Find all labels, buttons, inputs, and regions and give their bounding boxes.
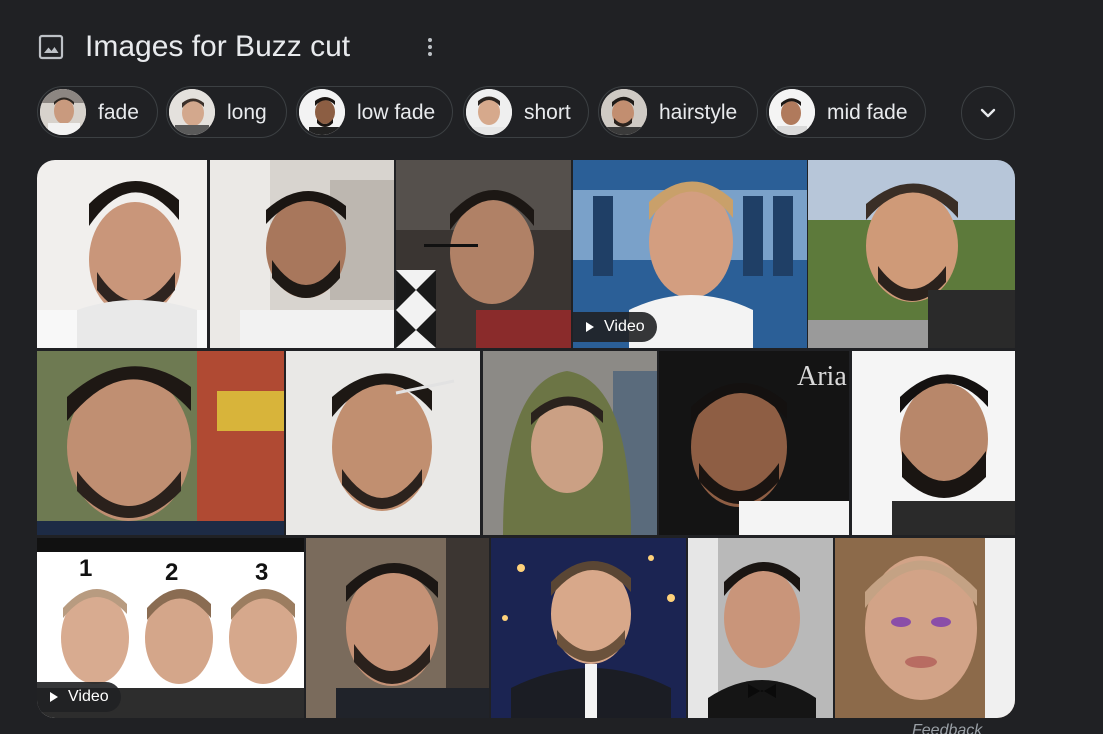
more-options-icon[interactable] — [418, 34, 442, 60]
number-label: 3 — [255, 559, 268, 586]
chip-thumbnail — [40, 89, 86, 135]
images-panel: Images for Buzz cut fade long low fade s… — [0, 0, 1103, 734]
chip-long[interactable]: long — [166, 86, 287, 138]
image-result[interactable] — [210, 160, 394, 348]
image-result[interactable] — [808, 160, 1015, 348]
image-result[interactable]: Aria — [659, 351, 849, 535]
image-icon — [38, 34, 64, 60]
number-label: 1 — [79, 555, 92, 582]
image-result[interactable] — [491, 538, 686, 718]
chip-label: fade — [98, 101, 139, 124]
number-label: 2 — [165, 559, 178, 586]
chevron-down-icon — [979, 107, 997, 119]
chip-short[interactable]: short — [463, 86, 589, 138]
images-title: Images for Buzz cut — [85, 30, 351, 63]
image-result[interactable] — [483, 351, 657, 535]
play-icon — [585, 321, 595, 333]
expand-chips-button[interactable] — [961, 86, 1015, 140]
chip-low-fade[interactable]: low fade — [296, 86, 453, 138]
image-result[interactable] — [306, 538, 489, 718]
chip-thumbnail — [601, 89, 647, 135]
play-icon — [49, 691, 59, 703]
chip-label: hairstyle — [659, 101, 738, 124]
chip-label: long — [227, 101, 267, 124]
image-result[interactable] — [396, 160, 571, 348]
chip-thumbnail — [466, 89, 512, 135]
image-result[interactable] — [835, 538, 1015, 718]
video-label: Video — [604, 318, 645, 335]
feedback-link[interactable]: Feedback — [912, 722, 982, 734]
chip-thumbnail — [769, 89, 815, 135]
chip-mid-fade[interactable]: mid fade — [766, 86, 926, 138]
video-badge: Video — [37, 682, 121, 712]
chip-label: mid fade — [827, 101, 908, 124]
image-result[interactable]: Video — [573, 160, 807, 348]
image-result[interactable] — [37, 160, 207, 348]
chip-hairstyle[interactable]: hairstyle — [598, 86, 758, 138]
image-result[interactable] — [37, 351, 284, 535]
video-label: Video — [68, 688, 109, 705]
image-result[interactable] — [286, 351, 480, 535]
video-badge: Video — [573, 312, 657, 342]
image-result[interactable] — [688, 538, 833, 718]
images-header: Images for Buzz cut — [38, 28, 350, 66]
chip-fade[interactable]: fade — [37, 86, 158, 138]
chip-label: short — [524, 101, 571, 124]
chip-label: low fade — [357, 101, 436, 124]
chip-thumbnail — [169, 89, 215, 135]
aria-sign-text: Aria — [797, 361, 847, 392]
chip-thumbnail — [299, 89, 345, 135]
image-grid: Video Aria 1 2 3 Video — [37, 160, 1015, 718]
image-result[interactable]: 1 2 3 Video — [37, 538, 304, 718]
image-result[interactable] — [852, 351, 1015, 535]
